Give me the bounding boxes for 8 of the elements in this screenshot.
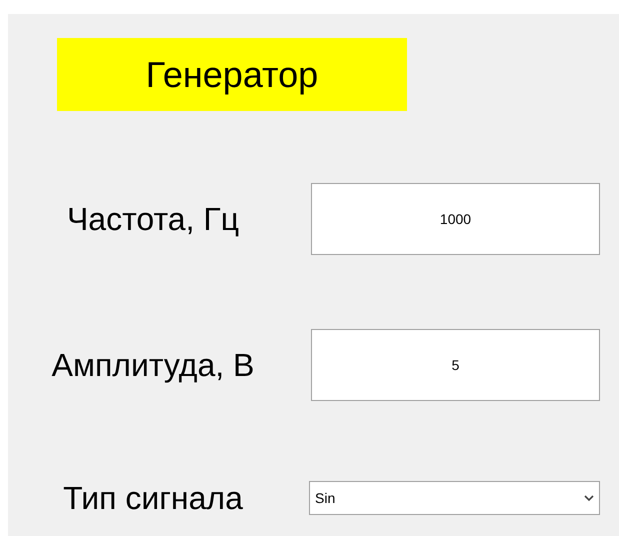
input-field[interactable]: 5	[311, 329, 600, 401]
chevron-down-icon	[584, 494, 594, 502]
input-field[interactable]: 1000	[311, 183, 600, 255]
field-label: Тип сигнала	[62, 479, 244, 518]
field-label: Частота, Гц	[66, 200, 240, 239]
field-label: Амплитуда, В	[50, 346, 256, 385]
dropdown[interactable]: Sin	[309, 481, 600, 515]
title-banner: Генератор	[57, 38, 407, 111]
